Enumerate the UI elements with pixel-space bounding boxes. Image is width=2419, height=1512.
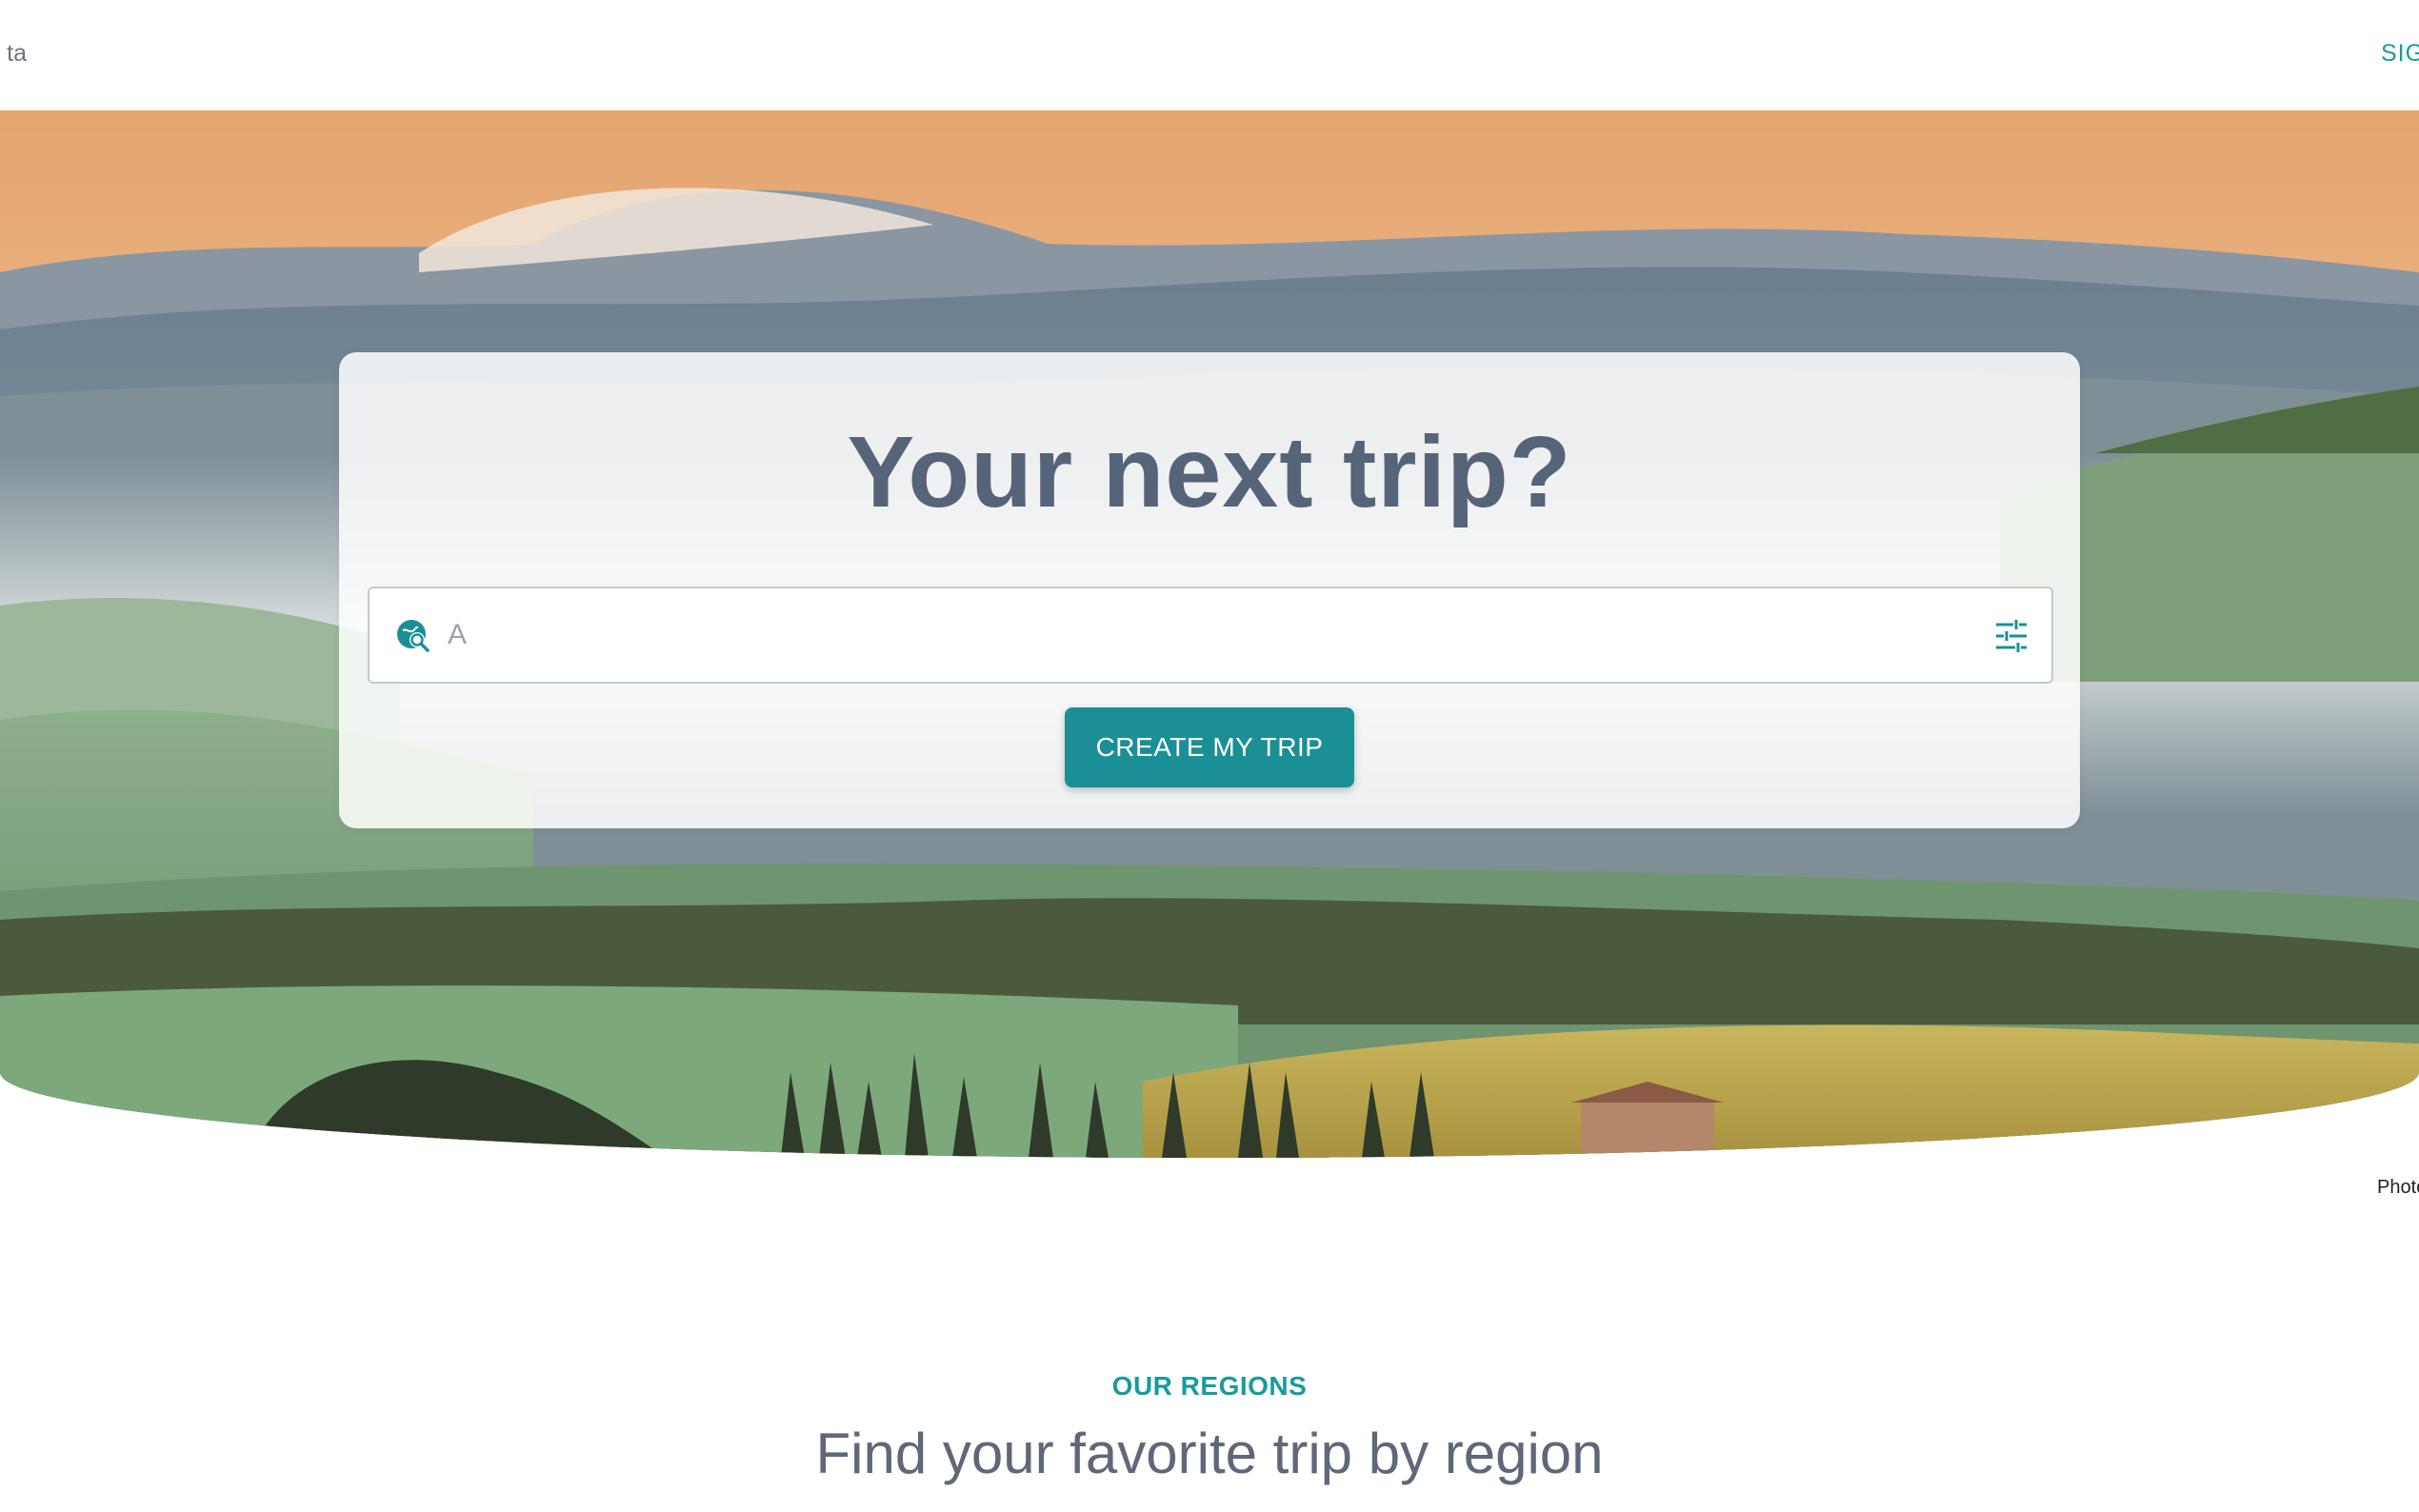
trip-search-card: Your next trip? A CREATE MY TRIP <box>339 352 2080 828</box>
search-input[interactable] <box>446 606 1954 665</box>
hero-title: Your next trip? <box>847 416 1572 528</box>
sign-in-link[interactable]: SIGN IN <box>2381 40 2419 68</box>
regions-eyebrow: OUR REGIONS <box>1111 1371 1308 1401</box>
regions-title: Find your favorite trip by region <box>815 1422 1604 1485</box>
brand-logo-text[interactable]: ta <box>0 40 27 68</box>
tune-filters-icon[interactable] <box>1992 617 2030 655</box>
page: ta SIGN IN <box>0 0 2419 1512</box>
create-trip-button[interactable]: CREATE MY TRIP <box>1065 707 1354 787</box>
globe-search-icon <box>397 620 430 652</box>
search-field[interactable] <box>368 587 2053 684</box>
photo-credit: Photo <box>2377 1177 2419 1198</box>
top-nav: ta SIGN IN <box>0 0 2419 110</box>
